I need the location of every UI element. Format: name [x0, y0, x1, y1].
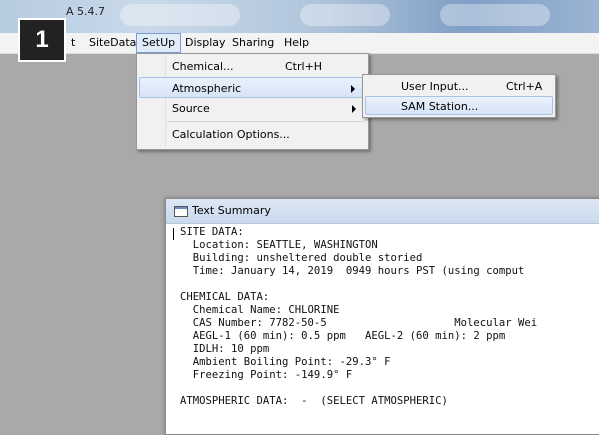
menu-item-sam-station[interactable]: SAM Station... — [365, 96, 553, 115]
window-icon — [174, 206, 188, 217]
title-bar-glow — [300, 4, 390, 26]
submenu-arrow-icon — [351, 85, 355, 93]
app-title: A 5.4.7 — [66, 5, 106, 18]
menu-item-atmospheric[interactable]: Atmospheric — [139, 77, 366, 98]
submenu-arrow-icon — [352, 105, 356, 113]
summary-line: ATMOSPHERIC DATA: - (SELECT ATMOSPHERIC) — [180, 395, 448, 407]
menu-item-user-input[interactable]: User Input... Ctrl+A — [365, 77, 553, 96]
menu-item-source[interactable]: Source — [139, 98, 366, 119]
text-caret — [173, 228, 174, 240]
menu-sitedata[interactable]: SiteData — [84, 33, 141, 53]
menu-item-label: Atmospheric — [172, 82, 242, 95]
title-bar: A 5.4.7 — [0, 0, 599, 33]
title-bar-glow — [120, 4, 240, 26]
text-summary-window[interactable]: Text Summary SITE DATA: Location: SEATTL… — [165, 198, 599, 435]
summary-line: IDLH: 10 ppm — [180, 343, 270, 355]
summary-line: Location: SEATTLE, WASHINGTON — [180, 239, 378, 251]
menu-setup[interactable]: SetUp — [136, 33, 182, 53]
summary-line: CHEMICAL DATA: — [180, 291, 270, 303]
menu-item-calculation-options[interactable]: Calculation Options... — [139, 124, 366, 145]
text-summary-titlebar[interactable]: Text Summary — [166, 199, 599, 224]
menu-item-label: User Input... — [401, 80, 469, 93]
summary-line: Building: unsheltered double storied — [180, 252, 423, 264]
menu-display[interactable]: Display — [180, 33, 231, 53]
title-bar-glow — [440, 4, 550, 26]
menu-help[interactable]: Help — [279, 33, 314, 53]
menu-item-label: Calculation Options... — [172, 128, 290, 141]
menu-item-chemical[interactable]: Chemical... Ctrl+H — [139, 56, 366, 77]
summary-line: Time: January 14, 2019 0949 hours PST (u… — [180, 265, 525, 277]
summary-line: Ambient Boiling Point: -29.3° F — [180, 356, 391, 368]
menu-bar: t SiteData SetUp Display Sharing Help — [0, 33, 599, 54]
menu-edit[interactable]: t — [66, 33, 80, 53]
menu-item-label: SAM Station... — [401, 100, 479, 113]
menu-item-label: Source — [172, 102, 210, 115]
atmospheric-submenu: User Input... Ctrl+A SAM Station... — [362, 74, 556, 118]
menu-sharing[interactable]: Sharing — [227, 33, 279, 53]
summary-line: SITE DATA: — [180, 226, 244, 238]
summary-line: CAS Number: 7782-50-5 Molecular Wei — [180, 317, 538, 329]
summary-line: Chemical Name: CHLORINE — [180, 304, 340, 316]
menu-item-shortcut: Ctrl+A — [506, 80, 543, 93]
menu-item-label: Chemical... — [172, 60, 234, 73]
text-summary-body[interactable]: SITE DATA: Location: SEATTLE, WASHINGTON… — [166, 224, 599, 434]
menu-item-shortcut: Ctrl+H — [285, 60, 323, 73]
setup-dropdown-menu: Chemical... Ctrl+H Atmospheric Source Ca… — [136, 53, 369, 150]
summary-line: AEGL-1 (60 min): 0.5 ppm AEGL-2 (60 min)… — [180, 330, 506, 342]
text-summary-title: Text Summary — [192, 204, 271, 217]
summary-line: Freezing Point: -149.9° F — [180, 369, 353, 381]
step-number-badge: 1 — [18, 18, 66, 62]
menu-separator — [167, 121, 363, 122]
